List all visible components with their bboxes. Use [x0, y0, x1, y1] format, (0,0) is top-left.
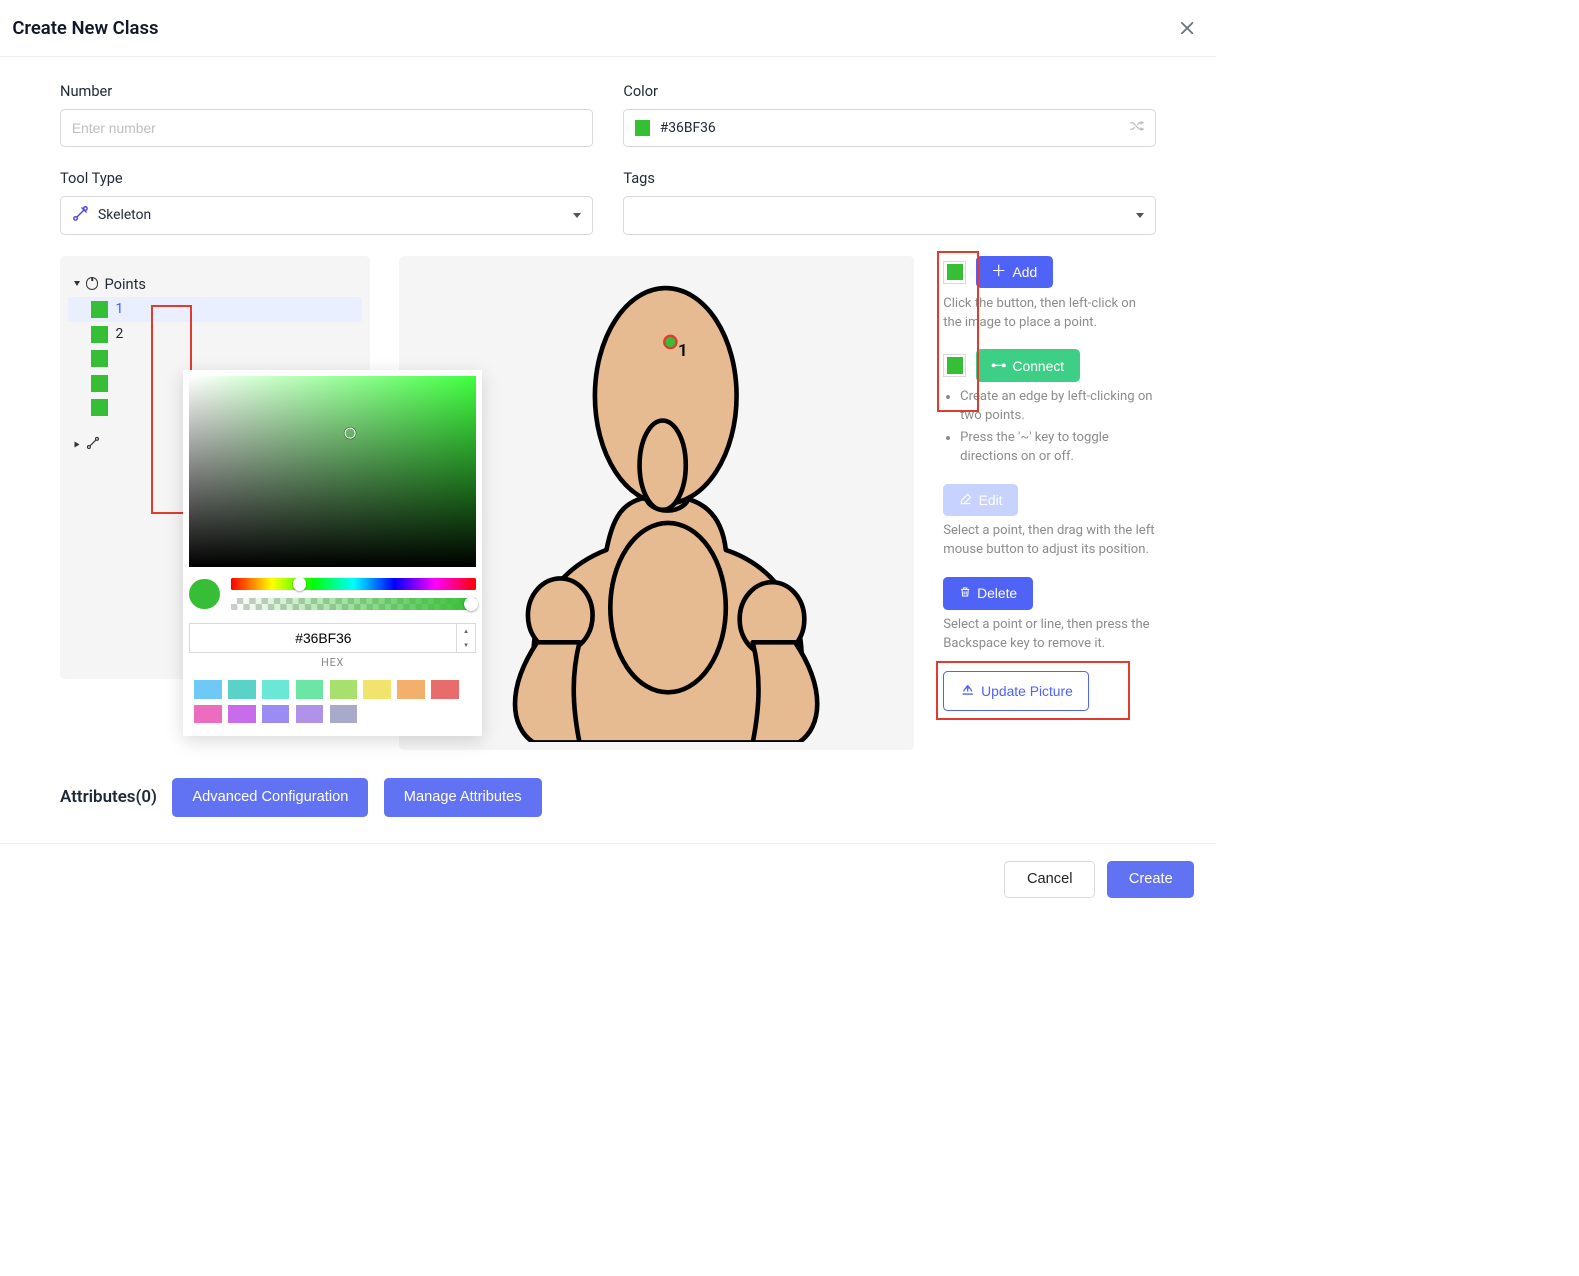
- color-preset-swatch[interactable]: [330, 705, 358, 723]
- color-preset-swatch[interactable]: [262, 705, 290, 723]
- connect-swatch[interactable]: [943, 354, 966, 377]
- connect-hint-2: Press the '~' key to toggle directions o…: [960, 429, 1156, 467]
- create-button[interactable]: Create: [1107, 861, 1194, 898]
- color-preset-swatch[interactable]: [228, 705, 256, 723]
- chevron-down-icon: [1136, 213, 1144, 218]
- skeleton-actions-panel: ＋ Add Click the button, then left-click …: [943, 256, 1156, 711]
- tool-type-select[interactable]: Skeleton: [60, 196, 592, 235]
- delete-hint: Select a point or line, then press the B…: [943, 616, 1156, 654]
- delete-button[interactable]: Delete: [943, 577, 1032, 609]
- edit-hint: Select a point, then drag with the left …: [943, 522, 1156, 560]
- tree-points-header[interactable]: Points: [68, 270, 363, 297]
- color-preset-swatch[interactable]: [296, 705, 324, 723]
- color-preset-swatch[interactable]: [363, 680, 391, 698]
- color-picker-hue-slider[interactable]: [231, 578, 476, 590]
- add-hint: Click the button, then left-click on the…: [943, 295, 1156, 333]
- point-swatch: [91, 350, 108, 367]
- tool-type-value: Skeleton: [98, 207, 151, 223]
- slider-thumb[interactable]: [293, 577, 307, 591]
- modal-title: Create New Class: [12, 17, 158, 39]
- shuffle-icon[interactable]: [1129, 119, 1144, 137]
- color-preset-swatch[interactable]: [194, 680, 222, 698]
- connect-icon: [991, 358, 1006, 374]
- color-picker-preview: [189, 579, 220, 610]
- trash-icon: [959, 585, 971, 602]
- update-picture-button[interactable]: Update Picture: [943, 671, 1089, 711]
- color-preset-swatch[interactable]: [296, 680, 324, 698]
- chevron-right-icon: [74, 441, 79, 447]
- link-icon: [86, 436, 100, 453]
- skeleton-tree-panel: Points 1 2: [60, 256, 370, 679]
- skeleton-point[interactable]: [664, 335, 676, 347]
- connect-hint-1: Create an edge by left-clicking on two p…: [960, 388, 1156, 426]
- add-point-button[interactable]: ＋ Add: [976, 256, 1053, 288]
- color-picker-cursor[interactable]: [344, 428, 355, 439]
- chevron-down-icon: [74, 281, 80, 286]
- add-button-label: Add: [1013, 264, 1038, 280]
- tags-label: Tags: [623, 169, 1155, 187]
- color-preset-swatch[interactable]: [330, 680, 358, 698]
- point-item[interactable]: 1: [68, 297, 363, 322]
- color-picker-hex-input[interactable]: [189, 623, 457, 654]
- advanced-configuration-button[interactable]: Advanced Configuration: [172, 778, 368, 817]
- upload-icon: [960, 682, 975, 699]
- hex-label: HEX: [321, 656, 344, 669]
- color-preset-swatch[interactable]: [431, 680, 459, 698]
- color-preset-swatch[interactable]: [228, 680, 256, 698]
- color-preset-swatch[interactable]: [397, 680, 425, 698]
- point-label: 1: [115, 301, 123, 317]
- tags-select[interactable]: [623, 196, 1155, 235]
- add-point-swatch[interactable]: [943, 261, 966, 284]
- edit-button-label: Edit: [979, 492, 1003, 508]
- chevron-down-icon: [573, 213, 581, 218]
- manage-attributes-button[interactable]: Manage Attributes: [384, 778, 542, 817]
- color-input[interactable]: #36BF36: [623, 109, 1155, 148]
- color-picker-popover: ▲▼ HEX: [183, 370, 482, 736]
- color-value: #36BF36: [660, 120, 716, 136]
- point-swatch: [91, 375, 108, 392]
- point-swatch: [91, 326, 108, 343]
- color-preset-swatch[interactable]: [194, 705, 222, 723]
- point-label: 2: [115, 326, 123, 342]
- delete-button-label: Delete: [977, 585, 1017, 601]
- point-swatch: [91, 301, 108, 318]
- attributes-title: Attributes(0): [60, 787, 157, 807]
- color-picker-saturation[interactable]: [189, 376, 475, 567]
- edit-button[interactable]: Edit: [943, 484, 1018, 516]
- close-icon[interactable]: [1180, 21, 1194, 35]
- tool-type-label: Tool Type: [60, 169, 592, 187]
- color-label: Color: [623, 82, 1155, 100]
- point-swatch: [91, 399, 108, 416]
- slider-thumb[interactable]: [464, 597, 478, 611]
- skeleton-icon: [72, 205, 89, 226]
- color-picker-alpha-slider[interactable]: [231, 598, 476, 610]
- number-input[interactable]: [72, 120, 581, 136]
- cancel-button[interactable]: Cancel: [1004, 861, 1095, 898]
- color-swatch: [635, 120, 650, 135]
- number-label: Number: [60, 82, 592, 100]
- points-header-label: Points: [105, 275, 146, 293]
- edit-icon: [959, 492, 973, 509]
- update-picture-label: Update Picture: [981, 683, 1073, 699]
- color-preset-swatch[interactable]: [262, 680, 290, 698]
- point-item[interactable]: [68, 346, 363, 371]
- connect-button[interactable]: Connect: [976, 349, 1080, 381]
- hex-stepper[interactable]: ▲▼: [457, 623, 475, 654]
- point-item[interactable]: 2: [68, 322, 363, 347]
- skeleton-point-label: 1: [678, 340, 688, 360]
- clock-icon: [86, 277, 98, 289]
- connect-button-label: Connect: [1012, 358, 1064, 374]
